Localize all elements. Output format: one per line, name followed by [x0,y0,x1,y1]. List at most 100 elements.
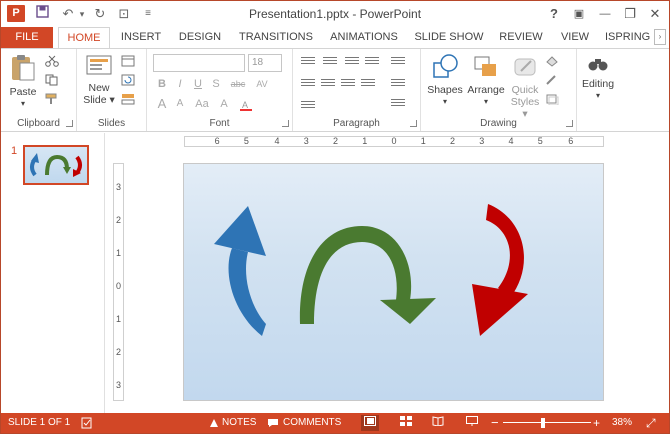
character-spacing-button[interactable]: AV [253,77,271,91]
slide-canvas[interactable] [183,163,604,401]
slide-number: 1 [11,145,18,157]
tab-home[interactable]: HOME [58,27,110,49]
paste-label: Paste [9,86,37,98]
cut-icon[interactable] [45,55,59,67]
slide-sorter-view-icon[interactable] [397,415,415,431]
ruler-h-tick: 6 [568,136,574,146]
editing-button[interactable]: Editing ▾ [577,53,619,102]
quick-styles-icon [514,58,536,76]
ruler-h-tick: 4 [508,136,514,146]
blue-curved-arrow[interactable] [214,206,266,336]
tab-file[interactable]: FILE [1,27,53,48]
clear-formatting-button[interactable]: A [217,97,231,111]
drawing-launcher-icon[interactable] [566,120,573,127]
shape-effects-icon[interactable] [545,93,559,105]
align-center-icon[interactable] [321,79,335,91]
line-spacing-icon[interactable] [391,57,405,69]
red-curved-arrow[interactable] [472,204,528,336]
group-font: 18 B I U S abc AV A A Aa A A Font [147,49,293,131]
green-u-turn-arrow[interactable] [299,226,436,324]
close-icon[interactable]: ✕ [645,4,665,24]
paste-button[interactable]: Paste ▾ [5,53,41,110]
font-color-icon[interactable]: A [239,99,253,111]
tab-slide-show[interactable]: SLIDE SHOW [413,27,485,48]
zoom-level[interactable]: 38% [612,413,632,433]
font-launcher-icon[interactable] [282,120,289,127]
shape-fill-icon[interactable] [545,55,559,67]
layout-icon[interactable] [121,55,135,67]
zoom-slider-thumb[interactable] [540,418,545,428]
italic-button[interactable]: I [173,77,187,91]
columns-icon[interactable] [301,101,315,113]
tab-insert[interactable]: INSERT [115,27,167,48]
section-icon[interactable] [121,93,135,105]
tab-view[interactable]: VIEW [555,27,595,48]
spell-check-icon[interactable] [81,417,93,429]
shapes-button[interactable]: Shapes ▾ [425,53,465,108]
ribbon-display-options-icon[interactable]: ▣ [569,4,589,24]
align-right-icon[interactable] [341,79,355,91]
copy-icon[interactable] [45,74,59,86]
shadow-button[interactable]: S [209,77,223,91]
tab-review[interactable]: REVIEW [495,27,547,48]
zoom-out-button[interactable]: − [491,413,499,433]
ruler-h-tick: 4 [274,136,280,146]
justify-icon[interactable] [361,79,375,91]
numbering-icon[interactable] [323,57,337,69]
slide-thumbnails-pane: 1 [1,133,105,413]
strikethrough-button[interactable]: abc [227,77,249,91]
underline-button[interactable]: U [191,77,205,91]
ruler-v-tick: 1 [115,314,121,325]
paragraph-launcher-icon[interactable] [410,120,417,127]
slide-show-view-icon[interactable] [463,415,481,431]
tab-scroll-right-icon[interactable]: › [654,29,666,45]
zoom-in-button[interactable]: + [593,413,600,433]
notes-icon[interactable] [209,418,219,428]
shapes-dropdown-icon: ▾ [442,97,447,106]
ruler-h-tick: 2 [332,136,338,146]
change-case-button[interactable]: Aa [193,97,211,111]
increase-indent-icon[interactable] [365,57,379,69]
shapes-label: Shapes [427,84,463,96]
new-slide-icon [86,55,112,75]
arrange-button[interactable]: Arrange ▾ [465,53,507,108]
vertical-ruler: 3 2 1 0 1 2 3 [113,163,124,401]
restore-icon[interactable]: ❐ [620,4,640,24]
paragraph-group-label: Paragraph [333,118,380,129]
fit-slide-icon[interactable]: ⤢ [646,413,656,433]
text-direction-icon[interactable] [391,79,405,91]
tab-design[interactable]: DESIGN [173,27,227,48]
help-icon[interactable]: ? [544,4,564,24]
paste-dropdown-icon[interactable]: ▾ [5,98,41,110]
comments-button[interactable]: COMMENTS [283,413,341,433]
normal-view-icon[interactable] [361,415,379,431]
font-size-dropdown[interactable]: 18 [248,54,282,72]
shrink-font-button[interactable]: A [173,97,187,111]
shape-outline-icon[interactable] [545,74,559,86]
tab-animations[interactable]: ANIMATIONS [325,27,403,48]
align-text-icon[interactable] [391,99,405,111]
grow-font-button[interactable]: A [155,97,169,111]
bullets-icon[interactable] [301,57,315,69]
new-slide-button[interactable]: New Slide ▾ [81,53,117,106]
notes-button[interactable]: NOTES [222,413,256,433]
reading-view-icon[interactable] [429,415,447,431]
tab-transitions[interactable]: TRANSITIONS [237,27,315,48]
slide-thumbnail[interactable] [23,145,89,185]
bold-button[interactable]: B [155,77,169,91]
font-name-dropdown[interactable] [153,54,245,72]
ruler-v-tick: 1 [115,247,121,258]
align-left-icon[interactable] [301,79,315,91]
clipboard-launcher-icon[interactable] [66,120,73,127]
ruler-h-tick: 3 [479,136,485,146]
minimize-icon[interactable]: — [595,4,615,24]
slides-group-label: Slides [97,118,126,129]
quick-styles-button[interactable]: Quick Styles ▾ [507,53,543,120]
zoom-slider[interactable] [503,422,591,423]
decrease-indent-icon[interactable] [345,57,359,69]
new-slide-label-1: New [88,82,110,94]
slide-editor: 6 5 4 3 2 1 0 1 2 3 4 5 6 3 2 1 0 1 2 3 [106,133,669,413]
format-painter-icon[interactable] [45,93,59,105]
comments-icon[interactable] [267,418,279,428]
reset-icon[interactable] [121,74,135,86]
